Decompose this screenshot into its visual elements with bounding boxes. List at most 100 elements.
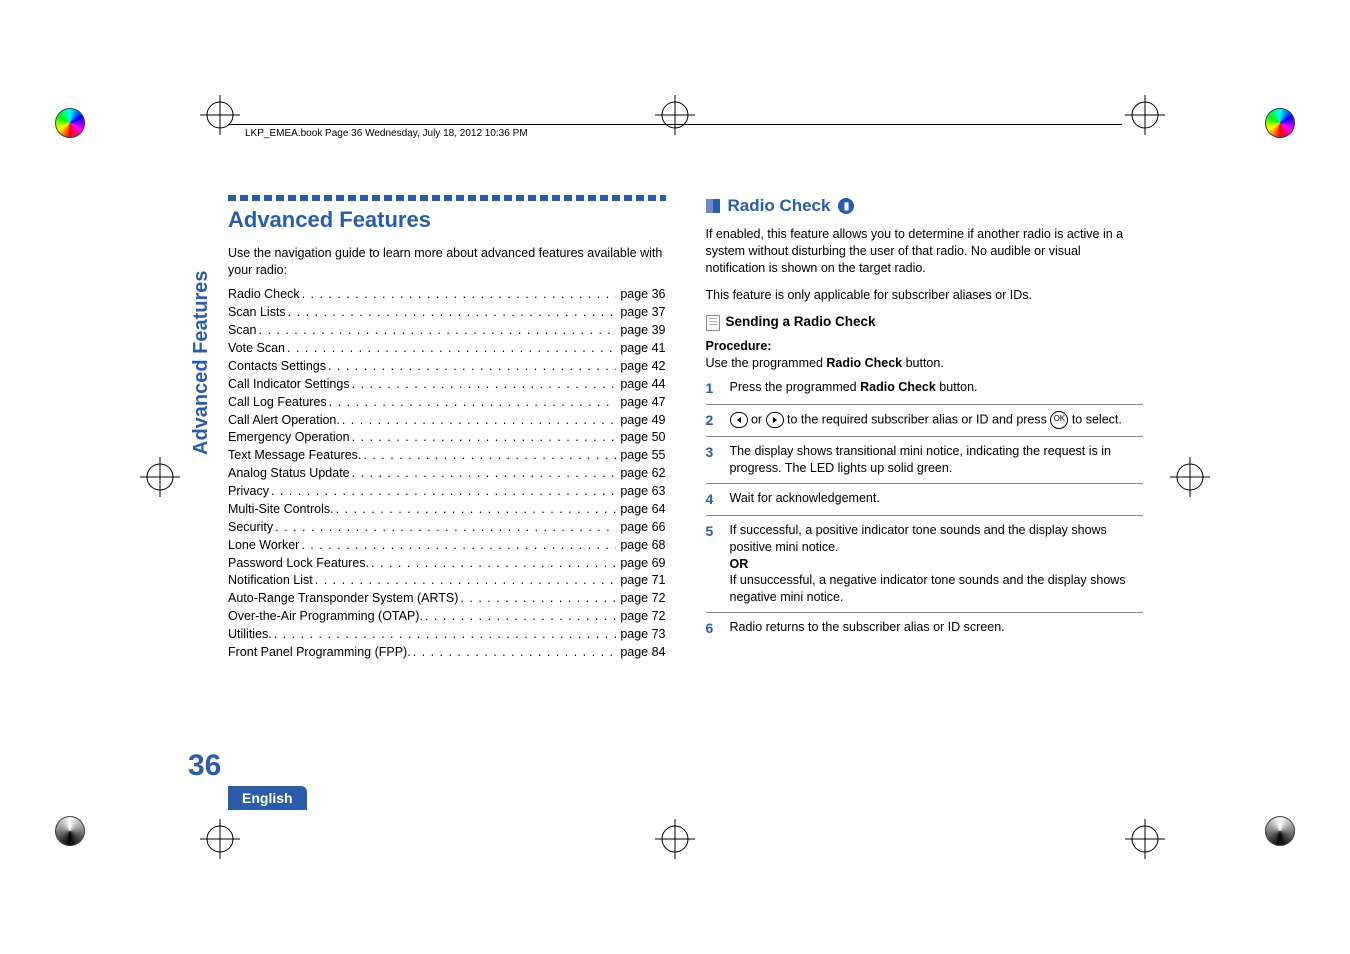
- toc-leader: [299, 537, 616, 554]
- step: 1 Press the programmed Radio Check butto…: [706, 373, 1144, 405]
- toc-entry[interactable]: Text Message Features. page 55: [228, 447, 666, 464]
- section-title: Advanced Features: [228, 205, 666, 235]
- toc-page: page 42: [616, 358, 665, 375]
- toc-entry[interactable]: Privacy page 63: [228, 483, 666, 500]
- left-nav-button-icon: [730, 412, 748, 428]
- crop-mark-icon: [200, 819, 240, 859]
- toc-leader: [286, 304, 617, 321]
- toc-leader: [350, 376, 617, 393]
- toc-leader: [313, 572, 617, 589]
- body-text: This feature is only applicable for subs…: [706, 287, 1144, 304]
- page-number: 36: [188, 746, 221, 787]
- toc-page: page 71: [616, 572, 665, 589]
- toc-leader: [369, 555, 616, 572]
- toc-leader: [423, 608, 616, 625]
- toc-entry[interactable]: Lone Worker page 68: [228, 537, 666, 554]
- toc-entry[interactable]: Utilities. page 73: [228, 626, 666, 643]
- toc-label: Over-the-Air Programming (OTAP).: [228, 608, 423, 625]
- step: 6 Radio returns to the subscriber alias …: [706, 613, 1144, 644]
- toc-page: page 55: [616, 447, 665, 464]
- toc-entry[interactable]: Call Indicator Settings page 44: [228, 376, 666, 393]
- toc-leader: [273, 519, 616, 536]
- toc-label: Lone Worker: [228, 537, 299, 554]
- toc-entry[interactable]: Call Alert Operation. page 49: [228, 412, 666, 429]
- toc-leader: [458, 590, 616, 607]
- toc-page: page 39: [616, 322, 665, 339]
- toc-label: Analog Status Update: [228, 465, 350, 482]
- step: 5 If successful, a positive indicator to…: [706, 516, 1144, 613]
- step: 4 Wait for acknowledgement.: [706, 484, 1144, 516]
- toc-page: page 37: [616, 304, 665, 321]
- toc-label: Notification List: [228, 572, 313, 589]
- toc-label: Scan Lists: [228, 304, 286, 321]
- toc-entry[interactable]: Contacts Settings page 42: [228, 358, 666, 375]
- toc-label: Privacy: [228, 483, 269, 500]
- side-tab-label: Advanced Features: [188, 270, 215, 455]
- toc-leader: [257, 322, 617, 339]
- toc-leader: [285, 340, 616, 357]
- feature-badge-icon: ▮: [838, 198, 854, 214]
- toc-page: page 44: [616, 376, 665, 393]
- gray-target-icon: [55, 816, 85, 846]
- toc-entry[interactable]: Call Log Features page 47: [228, 394, 666, 411]
- toc-page: page 69: [616, 555, 665, 572]
- toc-page: page 41: [616, 340, 665, 357]
- subsection-header: Radio Check ▮: [706, 195, 1144, 218]
- toc-page: page 72: [616, 608, 665, 625]
- toc-leader: [340, 412, 616, 429]
- procedure-title: Sending a Radio Check: [726, 313, 876, 331]
- toc-entry[interactable]: Scan Lists page 37: [228, 304, 666, 321]
- toc-page: page 72: [616, 590, 665, 607]
- step: 2 or to the required subscriber alias or…: [706, 405, 1144, 437]
- running-header: LKP_EMEA.book Page 36 Wednesday, July 18…: [245, 128, 528, 139]
- toc-label: Password Lock Features.: [228, 555, 369, 572]
- toc-page: page 47: [616, 394, 665, 411]
- toc-leader: [411, 644, 617, 661]
- language-tab: English: [228, 786, 307, 810]
- subsection-title: Radio Check: [728, 195, 831, 218]
- toc-entry[interactable]: Password Lock Features. page 69: [228, 555, 666, 572]
- toc-label: Contacts Settings: [228, 358, 326, 375]
- section-marker-icon: [706, 199, 720, 213]
- toc-leader: [272, 626, 617, 643]
- toc-entry[interactable]: Front Panel Programming (FPP). page 84: [228, 644, 666, 661]
- toc-label: Call Log Features: [228, 394, 327, 411]
- toc-label: Front Panel Programming (FPP).: [228, 644, 411, 661]
- color-target-icon: [1265, 108, 1295, 138]
- toc-leader: [269, 483, 616, 500]
- gray-target-icon: [1265, 816, 1295, 846]
- header-rule: [228, 124, 1122, 125]
- toc-entry[interactable]: Vote Scan page 41: [228, 340, 666, 357]
- toc-label: Auto-Range Transponder System (ARTS): [228, 590, 458, 607]
- registration-mark-icon: [655, 819, 695, 859]
- toc-entry[interactable]: Radio Check page 36: [228, 286, 666, 303]
- toc-entry[interactable]: Security page 66: [228, 519, 666, 536]
- toc-leader: [350, 429, 617, 446]
- toc-leader: [300, 286, 617, 303]
- toc-entry[interactable]: Multi-Site Controls. page 64: [228, 501, 666, 518]
- toc-entry[interactable]: Analog Status Update page 62: [228, 465, 666, 482]
- section-intro: Use the navigation guide to learn more a…: [228, 245, 666, 279]
- table-of-contents: Radio Check page 36Scan Lists page 37Sca…: [228, 286, 666, 660]
- document-icon: [706, 315, 720, 331]
- registration-mark-icon: [140, 457, 180, 497]
- crop-mark-icon: [1125, 819, 1165, 859]
- toc-page: page 50: [616, 429, 665, 446]
- toc-page: page 84: [616, 644, 665, 661]
- body-text: If enabled, this feature allows you to d…: [706, 226, 1144, 277]
- toc-page: page 68: [616, 537, 665, 554]
- registration-mark-icon: [655, 95, 695, 135]
- toc-label: Utilities.: [228, 626, 272, 643]
- registration-mark-icon: [1170, 457, 1210, 497]
- toc-entry[interactable]: Over-the-Air Programming (OTAP). page 72: [228, 608, 666, 625]
- toc-entry[interactable]: Emergency Operation page 50: [228, 429, 666, 446]
- toc-entry[interactable]: Scan page 39: [228, 322, 666, 339]
- toc-page: page 66: [616, 519, 665, 536]
- toc-page: page 62: [616, 465, 665, 482]
- toc-label: Text Message Features.: [228, 447, 361, 464]
- toc-label: Call Indicator Settings: [228, 376, 350, 393]
- toc-entry[interactable]: Notification List page 71: [228, 572, 666, 589]
- toc-entry[interactable]: Auto-Range Transponder System (ARTS) pag…: [228, 590, 666, 607]
- procedure-steps: 1 Press the programmed Radio Check butto…: [706, 373, 1144, 644]
- toc-label: Vote Scan: [228, 340, 285, 357]
